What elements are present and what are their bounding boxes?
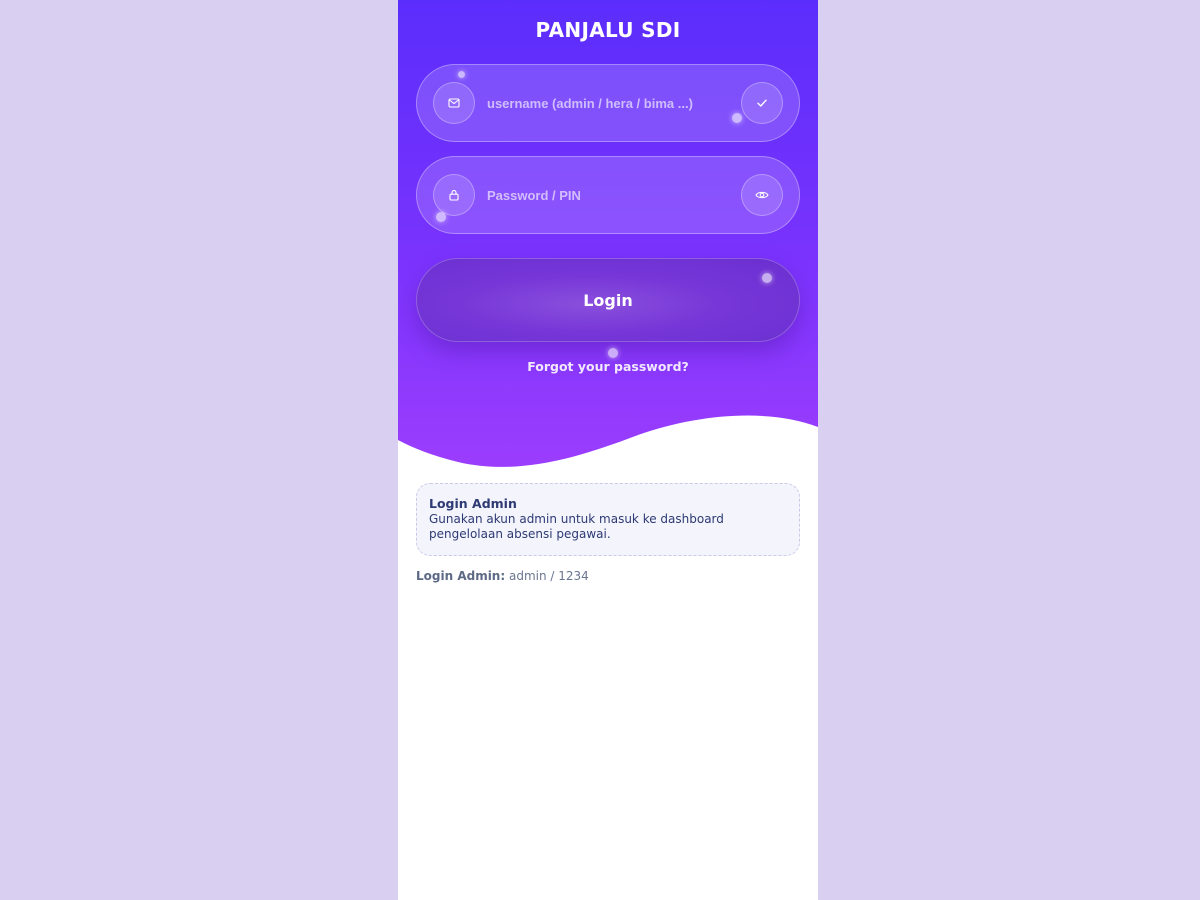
info-body: Gunakan akun admin untuk masuk ke dashbo… [429, 512, 724, 541]
login-screen: PANJALU SDI username (admin / hera / bim… [398, 0, 818, 900]
username-field[interactable] [416, 64, 800, 142]
mail-icon [433, 82, 475, 124]
login-button[interactable]: Login [416, 258, 800, 342]
hint-label: Login Admin: [416, 569, 506, 583]
sparkle-dot [458, 71, 465, 78]
login-hint: Login Admin: admin / 1234 [416, 569, 589, 583]
password-field[interactable] [416, 156, 800, 234]
sparkle-dot [436, 212, 446, 222]
sparkle-dot [732, 113, 742, 123]
check-icon[interactable] [741, 82, 783, 124]
username-input[interactable] [487, 91, 727, 115]
app-title: PANJALU SDI [535, 18, 681, 42]
password-input[interactable] [487, 183, 727, 207]
admin-info-box: Login Admin Gunakan akun admin untuk mas… [416, 483, 800, 556]
hint-value: admin / 1234 [508, 569, 589, 583]
sparkle-dot [608, 348, 618, 358]
info-title: Login Admin [429, 496, 517, 511]
forgot-password-link[interactable]: Forgot your password? [398, 359, 818, 374]
hero-header: PANJALU SDI username (admin / hera / bim… [398, 0, 818, 480]
sparkle-dot [762, 273, 772, 283]
eye-icon[interactable] [741, 174, 783, 216]
lock-icon [433, 174, 475, 216]
